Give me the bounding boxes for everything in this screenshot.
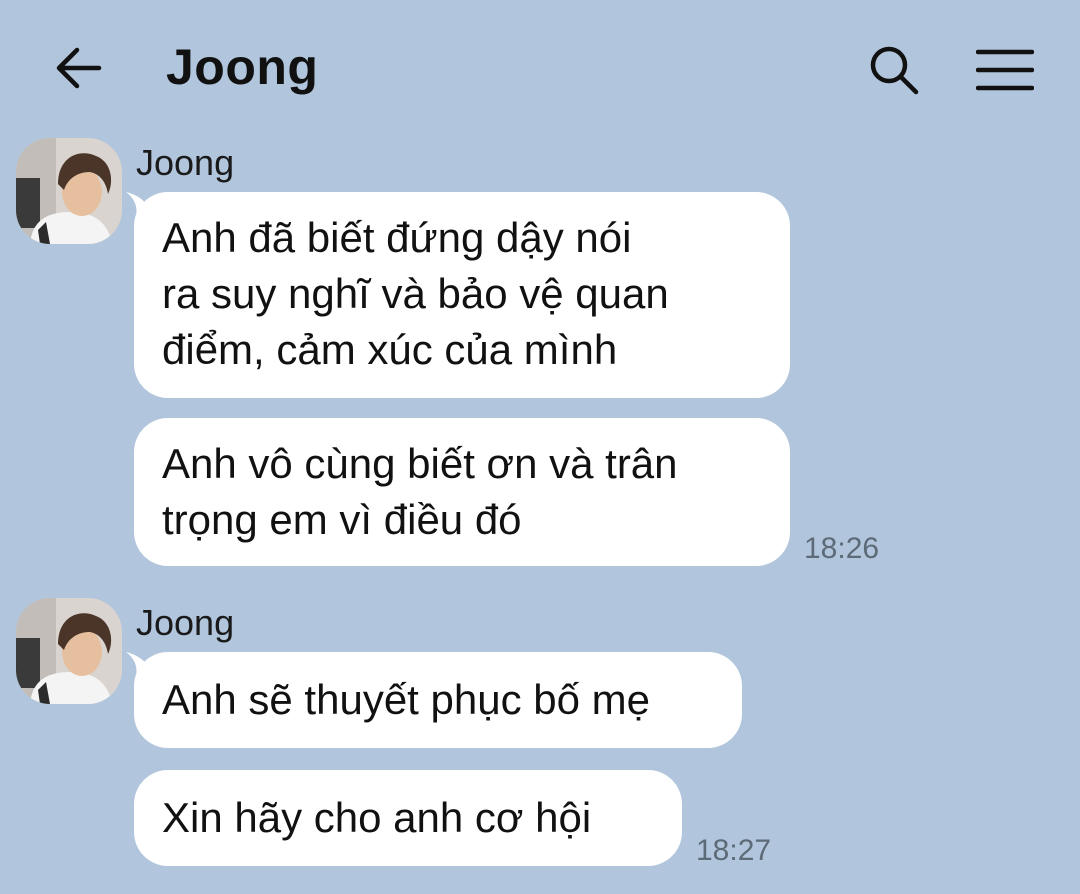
sender-name: Joong xyxy=(136,602,235,643)
avatar[interactable] xyxy=(16,598,122,704)
message-time: 18:27 xyxy=(696,834,772,867)
chat-header: Joong xyxy=(0,0,1080,140)
search-button[interactable] xyxy=(864,40,924,100)
search-icon xyxy=(870,46,919,95)
menu-button[interactable] xyxy=(970,40,1040,100)
chat-title: Joong xyxy=(166,39,319,95)
message-bubble[interactable]: Xin hãy cho anh cơ hội xyxy=(134,770,682,866)
message-bubble[interactable]: Anh đã biết đứng dậy nói ra suy nghĩ và … xyxy=(134,192,790,398)
message-bubble[interactable]: Anh vô cùng biết ơn và trân trọng em vì … xyxy=(134,418,790,566)
sender-name: Joong xyxy=(136,142,235,183)
profile-photo-icon xyxy=(16,598,122,704)
arrow-left-icon xyxy=(56,47,102,89)
avatar[interactable] xyxy=(16,138,122,244)
message-time: 18:26 xyxy=(804,532,880,565)
profile-photo-icon xyxy=(16,138,122,244)
menu-icon xyxy=(976,49,1034,91)
back-button[interactable] xyxy=(50,42,106,94)
message-bubble[interactable]: Anh sẽ thuyết phục bố mẹ xyxy=(134,652,742,748)
